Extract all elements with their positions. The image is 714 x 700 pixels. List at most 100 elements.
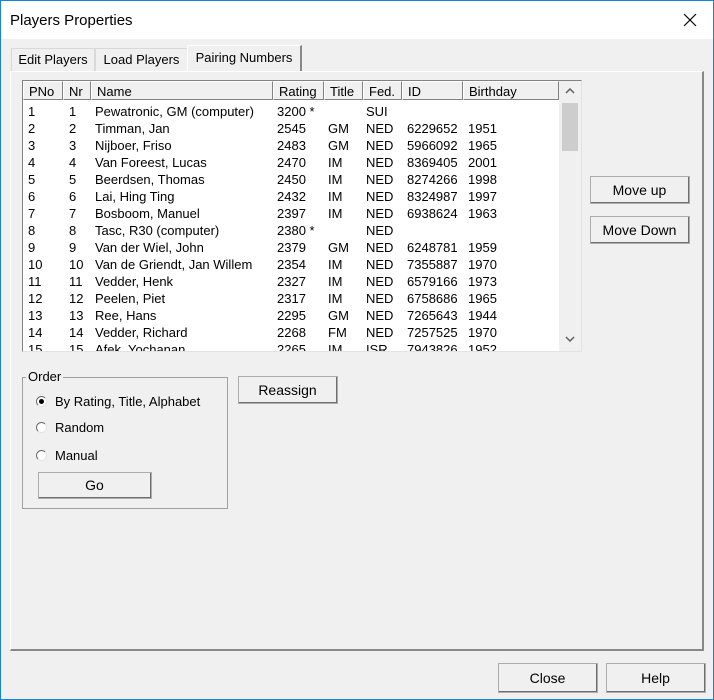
cell-birthday: 1965 bbox=[468, 138, 497, 153]
cell-name: Van der Wiel, John bbox=[95, 240, 204, 255]
cell-nr: 14 bbox=[69, 325, 84, 340]
cell-pno: 7 bbox=[28, 206, 36, 221]
cell-title: IM bbox=[328, 291, 343, 306]
move-up-button[interactable]: Move up bbox=[590, 176, 690, 204]
cell-id: 6938624 bbox=[407, 206, 458, 221]
table-row[interactable]: 9 9 Van der Wiel, John 2379 GM NED 6248781 1959 bbox=[23, 239, 559, 256]
title-bar: Players Properties bbox=[1, 1, 713, 39]
table-row[interactable]: 11 11 Vedder, Henk 2327 IM NED 6579166 1973 bbox=[23, 273, 559, 290]
cell-name: Peelen, Piet bbox=[95, 291, 166, 306]
cell-birthday: 1970 bbox=[468, 325, 497, 340]
tab-pairing-numbers[interactable]: Pairing Numbers bbox=[187, 45, 302, 71]
cell-id: 8369405 bbox=[407, 155, 458, 170]
cell-fed: ISR bbox=[366, 342, 388, 351]
cell-pno: 8 bbox=[28, 223, 36, 238]
cell-rating: 2380 * bbox=[277, 223, 315, 238]
cell-pno: 13 bbox=[28, 308, 43, 323]
column-header-fed[interactable]: Fed. bbox=[363, 81, 402, 100]
cell-name: Nijboer, Friso bbox=[95, 138, 172, 153]
cell-nr: 9 bbox=[69, 240, 77, 255]
column-header-name[interactable]: Name bbox=[91, 81, 273, 100]
order-group-label: Order bbox=[26, 369, 64, 384]
tab-label: Pairing Numbers bbox=[195, 50, 293, 65]
column-header-title[interactable]: Title bbox=[324, 81, 363, 100]
cell-fed: NED bbox=[366, 291, 394, 306]
close-window-button[interactable] bbox=[667, 1, 713, 39]
cell-pno: 3 bbox=[28, 138, 36, 153]
cell-name: Vedder, Richard bbox=[95, 325, 188, 340]
vertical-scrollbar[interactable] bbox=[559, 81, 581, 351]
cell-id: 7943826 bbox=[407, 342, 458, 351]
list-header: PNo Nr Name Rating Title Fed. ID Birthda… bbox=[23, 81, 559, 101]
cell-birthday: 1959 bbox=[468, 240, 497, 255]
cell-id: 6758686 bbox=[407, 291, 458, 306]
go-label: Go bbox=[85, 477, 104, 493]
cell-birthday: 1998 bbox=[468, 172, 497, 187]
cell-birthday: 1965 bbox=[468, 291, 497, 306]
column-header-id[interactable]: ID bbox=[402, 81, 463, 100]
table-row[interactable]: 5 5 Beerdsen, Thomas 2450 IM NED 8274266 1998 bbox=[23, 171, 559, 188]
scroll-up-button[interactable] bbox=[559, 81, 581, 101]
cell-nr: 6 bbox=[69, 189, 77, 204]
cell-nr: 3 bbox=[69, 138, 77, 153]
cell-birthday: 1970 bbox=[468, 257, 497, 272]
column-header-rating[interactable]: Rating bbox=[273, 81, 324, 100]
table-row[interactable]: 1 1 Pewatronic, GM (computer) 3200 * SUI bbox=[23, 103, 559, 120]
cell-title: IM bbox=[328, 342, 343, 351]
tab-edit-players[interactable]: Edit Players bbox=[11, 48, 95, 71]
help-button[interactable]: Help bbox=[606, 663, 706, 693]
table-row[interactable]: 10 10 Van de Griendt, Jan Willem 2354 IM NED 7… bbox=[23, 256, 559, 273]
players-properties-dialog: Players Properties Edit Players Load Pla… bbox=[0, 0, 714, 700]
cell-name: Pewatronic, GM (computer) bbox=[95, 104, 254, 119]
table-row[interactable]: 7 7 Bosboom, Manuel 2397 IM NED 6938624 1963 bbox=[23, 205, 559, 222]
tab-load-players[interactable]: Load Players bbox=[95, 48, 188, 71]
cell-fed: NED bbox=[366, 138, 394, 153]
cell-birthday: 1944 bbox=[468, 308, 497, 323]
cell-birthday: 1952 bbox=[468, 342, 497, 351]
cell-fed: NED bbox=[366, 308, 394, 323]
radio-unchecked-icon bbox=[36, 449, 47, 461]
cell-rating: 2397 bbox=[277, 206, 306, 221]
go-button[interactable]: Go bbox=[38, 472, 152, 499]
radio-by-rating-title-alphabet[interactable]: By Rating, Title, Alphabet bbox=[36, 392, 200, 410]
cell-title: IM bbox=[328, 274, 343, 289]
window-title: Players Properties bbox=[10, 12, 133, 29]
cell-pno: 15 bbox=[28, 342, 43, 351]
scroll-down-button[interactable] bbox=[559, 329, 581, 349]
table-row[interactable]: 2 2 Timman, Jan 2545 GM NED 6229652 1951 bbox=[23, 120, 559, 137]
table-row[interactable]: 3 3 Nijboer, Friso 2483 GM NED 5966092 1965 bbox=[23, 137, 559, 154]
reassign-button[interactable]: Reassign bbox=[238, 376, 338, 404]
table-row[interactable]: 15 15 Afek, Yochanan 2265 IM ISR 7943826 1952 bbox=[23, 341, 559, 351]
cell-name: Beerdsen, Thomas bbox=[95, 172, 205, 187]
column-header-birthday[interactable]: Birthday bbox=[463, 81, 559, 100]
table-row[interactable]: 13 13 Ree, Hans 2295 GM NED 7265643 1944 bbox=[23, 307, 559, 324]
cell-name: Lai, Hing Ting bbox=[95, 189, 175, 204]
cell-rating: 2379 bbox=[277, 240, 306, 255]
column-header-nr[interactable]: Nr bbox=[63, 81, 91, 100]
players-list[interactable]: PNo Nr Name Rating Title Fed. ID Birthda… bbox=[22, 80, 582, 352]
cell-fed: NED bbox=[366, 240, 394, 255]
table-row[interactable]: 6 6 Lai, Hing Ting 2432 IM NED 8324987 1997 bbox=[23, 188, 559, 205]
cell-birthday: 1997 bbox=[468, 189, 497, 204]
table-row[interactable]: 4 4 Van Foreest, Lucas 2470 IM NED 8369405 2001 bbox=[23, 154, 559, 171]
close-label: Close bbox=[529, 669, 566, 686]
cell-fed: NED bbox=[366, 257, 394, 272]
radio-random[interactable]: Random bbox=[36, 418, 104, 436]
cell-nr: 11 bbox=[69, 274, 83, 289]
close-button[interactable]: Close bbox=[498, 663, 598, 693]
radio-manual[interactable]: Manual bbox=[36, 446, 98, 464]
cell-id: 7257525 bbox=[407, 325, 458, 340]
reassign-label: Reassign bbox=[258, 381, 317, 398]
table-row[interactable]: 12 12 Peelen, Piet 2317 IM NED 6758686 1965 bbox=[23, 290, 559, 307]
scroll-thumb[interactable] bbox=[562, 103, 578, 151]
cell-pno: 10 bbox=[28, 257, 43, 272]
cell-name: Ree, Hans bbox=[95, 308, 157, 323]
column-header-pno[interactable]: PNo bbox=[23, 81, 63, 100]
move-down-button[interactable]: Move Down bbox=[590, 216, 690, 244]
help-label: Help bbox=[641, 669, 670, 686]
table-row[interactable]: 8 8 Tasc, R30 (computer) 2380 * NED bbox=[23, 222, 559, 239]
cell-title: GM bbox=[328, 121, 349, 136]
table-row[interactable]: 14 14 Vedder, Richard 2268 FM NED 7257525 1970 bbox=[23, 324, 559, 341]
radio-label: Random bbox=[55, 419, 105, 435]
cell-nr: 12 bbox=[69, 291, 84, 306]
